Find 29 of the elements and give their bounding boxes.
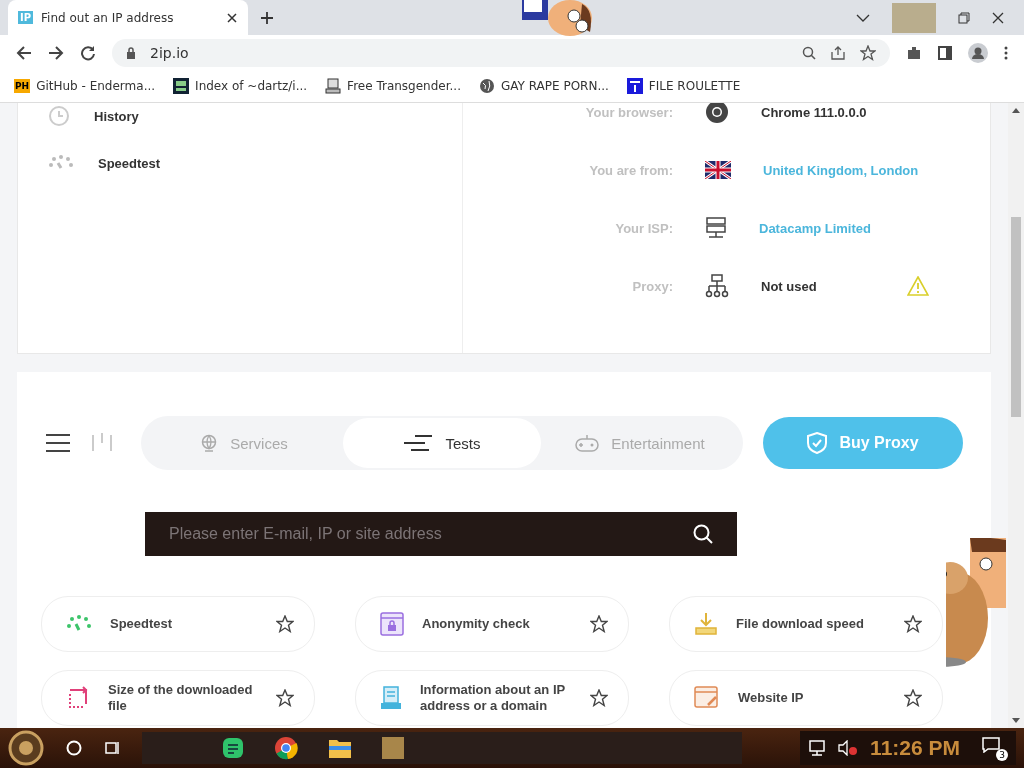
info-label: Your ISP: [614,220,673,236]
bookmark[interactable]: PH GitHub - Enderma... [14,79,156,93]
bookmark[interactable]: Free Transgender... [325,78,461,94]
address-bar[interactable]: 2ip.io [112,38,890,67]
bookmark[interactable]: FILE ROULETTE [626,78,741,94]
search-field[interactable]: Please enter E-mail, IP or site address [145,512,737,556]
tool-card[interactable]: Size of the downloaded file [41,670,315,726]
notification-count: 3 [996,749,1008,761]
tool-card[interactable]: Information about an IP address or a domain [355,670,629,726]
notifications-button[interactable]: 3 [980,735,1008,761]
info-value: Chrome 111.0.0.0 [761,104,867,120]
bookmark[interactable]: Index of ~dartz/i... [173,78,308,94]
tab-title: Find out an IP address [41,10,175,25]
bookmark-icon: PH [14,79,31,93]
favicon: IP [18,11,34,24]
info-label: Proxy: [631,278,673,294]
bookmark[interactable]: GAY RAPE PORN... [479,78,609,94]
info-value: Not used [761,278,818,294]
browser-tab[interactable]: IP Find out an IP address [8,0,248,35]
tool-card[interactable]: Anonymity check [355,596,629,652]
nav-tab[interactable]: Tests [343,418,541,468]
tool-card[interactable]: Speedtest [41,596,315,652]
info-label: Your browser: [584,104,673,120]
sidebar-item[interactable]: History [48,105,462,127]
tool-card[interactable]: Website IP [669,670,943,726]
tool-card[interactable]: File download speed [669,596,943,652]
sidebar-item[interactable]: Speedtest [48,155,462,171]
clock-time[interactable]: 11:26 PM [870,736,960,760]
info-label: You are from: [588,162,673,178]
